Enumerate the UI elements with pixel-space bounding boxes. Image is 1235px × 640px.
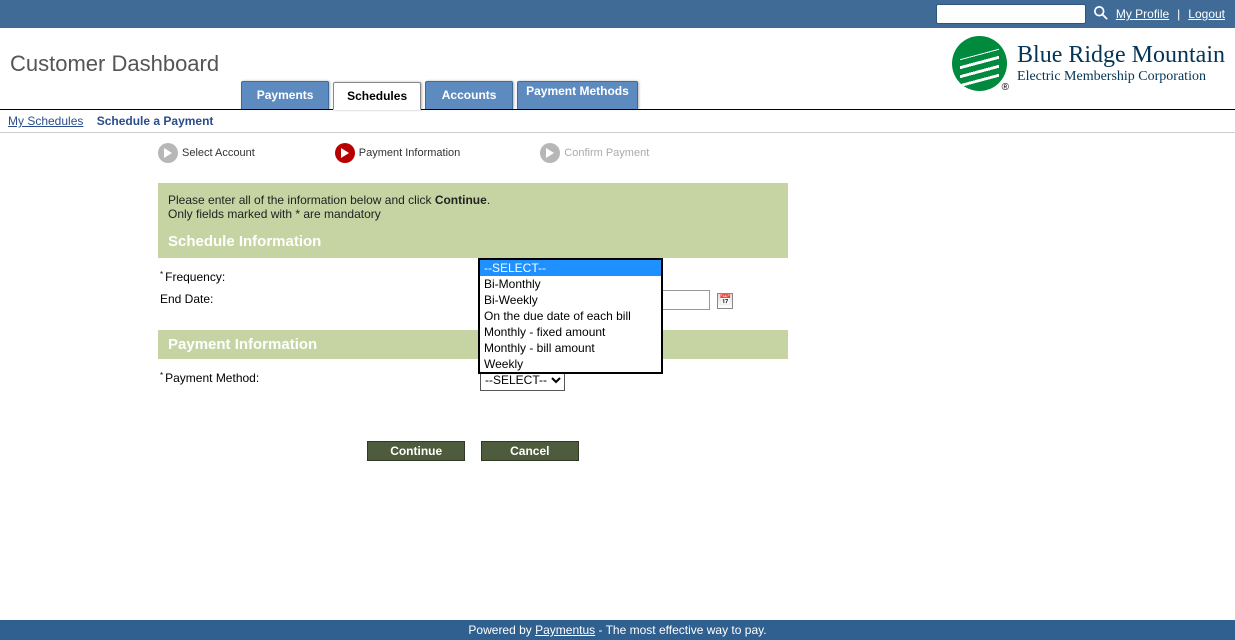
wizard-step-payment-information: Payment Information xyxy=(335,143,461,163)
footer-paymentus-link[interactable]: Paymentus xyxy=(535,623,595,637)
frequency-label: Frequency: xyxy=(165,270,225,284)
frequency-option[interactable]: Monthly - bill amount xyxy=(480,340,661,356)
tab-payments[interactable]: Payments xyxy=(241,81,329,109)
frequency-option[interactable]: --SELECT-- xyxy=(480,260,661,276)
instruction-continue-word: Continue xyxy=(435,193,487,207)
instruction-box: Please enter all of the information belo… xyxy=(158,183,788,258)
calendar-icon[interactable]: 📅 xyxy=(717,293,733,309)
main-tabs: Payments Schedules Accounts Payment Meth… xyxy=(241,81,638,109)
instruction-mandatory-note: Only fields marked with * are mandatory xyxy=(168,207,778,221)
step-arrow-icon xyxy=(335,143,355,163)
search-icon[interactable] xyxy=(1094,6,1108,23)
sub-nav: My Schedules Schedule a Payment xyxy=(0,110,1235,133)
payment-fields: *Payment Method: --SELECT-- xyxy=(158,359,788,411)
wizard-step-select-account: Select Account xyxy=(158,143,255,163)
brand: ® Blue Ridge Mountain Electric Membershi… xyxy=(952,36,1225,91)
my-profile-link[interactable]: My Profile xyxy=(1116,7,1169,21)
footer-prefix: Powered by xyxy=(468,623,535,637)
instruction-text: Please enter all of the information belo… xyxy=(168,193,435,207)
step-arrow-icon xyxy=(158,143,178,163)
tab-schedules[interactable]: Schedules xyxy=(333,82,421,110)
frequency-option[interactable]: Bi-Monthly xyxy=(480,276,661,292)
logout-link[interactable]: Logout xyxy=(1188,7,1225,21)
breadcrumb-current: Schedule a Payment xyxy=(97,114,214,128)
wizard-step-label: Confirm Payment xyxy=(564,147,649,159)
schedule-fields: *Frequency: End Date: 📅 --SELECT-- Bi-Mo… xyxy=(158,258,788,330)
section-heading-payment-information: Payment Information xyxy=(158,330,788,359)
continue-button[interactable]: Continue xyxy=(367,441,465,461)
wizard-step-label: Select Account xyxy=(182,147,255,159)
top-bar: My Profile | Logout xyxy=(0,0,1235,28)
wizard-steps: Select Account Payment Information Confi… xyxy=(158,143,948,163)
brand-name: Blue Ridge Mountain xyxy=(1017,42,1225,69)
wizard-step-label: Payment Information xyxy=(359,147,461,159)
search-input[interactable] xyxy=(936,4,1086,24)
wizard-step-confirm-payment: Confirm Payment xyxy=(540,143,649,163)
step-arrow-icon xyxy=(540,143,560,163)
payment-method-label: Payment Method: xyxy=(165,371,259,385)
frequency-option[interactable]: Weekly xyxy=(480,356,661,372)
form-panel: Please enter all of the information belo… xyxy=(158,183,788,461)
header: Customer Dashboard Payments Schedules Ac… xyxy=(0,28,1235,110)
brand-subtitle: Electric Membership Corporation xyxy=(1017,69,1225,85)
button-row: Continue Cancel xyxy=(158,441,788,461)
tab-payment-methods[interactable]: Payment Methods xyxy=(517,81,638,109)
required-asterisk: * xyxy=(160,270,163,279)
frequency-option[interactable]: On the due date of each bill xyxy=(480,308,661,324)
frequency-dropdown-list[interactable]: --SELECT-- Bi-Monthly Bi-Weekly On the d… xyxy=(478,258,663,374)
content: Select Account Payment Information Confi… xyxy=(158,143,948,461)
section-heading-schedule-information: Schedule Information xyxy=(168,233,778,250)
instruction-text: . xyxy=(487,193,490,207)
cancel-button[interactable]: Cancel xyxy=(481,441,579,461)
my-schedules-link[interactable]: My Schedules xyxy=(8,114,83,128)
tab-accounts[interactable]: Accounts xyxy=(425,81,513,109)
brand-logo-icon xyxy=(952,36,1007,91)
footer: Powered by Paymentus - The most effectiv… xyxy=(0,620,1235,640)
footer-suffix: - The most effective way to pay. xyxy=(595,623,766,637)
frequency-option[interactable]: Monthly - fixed amount xyxy=(480,324,661,340)
page-title: Customer Dashboard xyxy=(0,51,231,87)
registered-mark-icon: ® xyxy=(1002,82,1009,93)
frequency-option[interactable]: Bi-Weekly xyxy=(480,292,661,308)
required-asterisk: * xyxy=(160,371,163,380)
separator: | xyxy=(1177,7,1180,21)
end-date-label: End Date: xyxy=(160,292,213,306)
